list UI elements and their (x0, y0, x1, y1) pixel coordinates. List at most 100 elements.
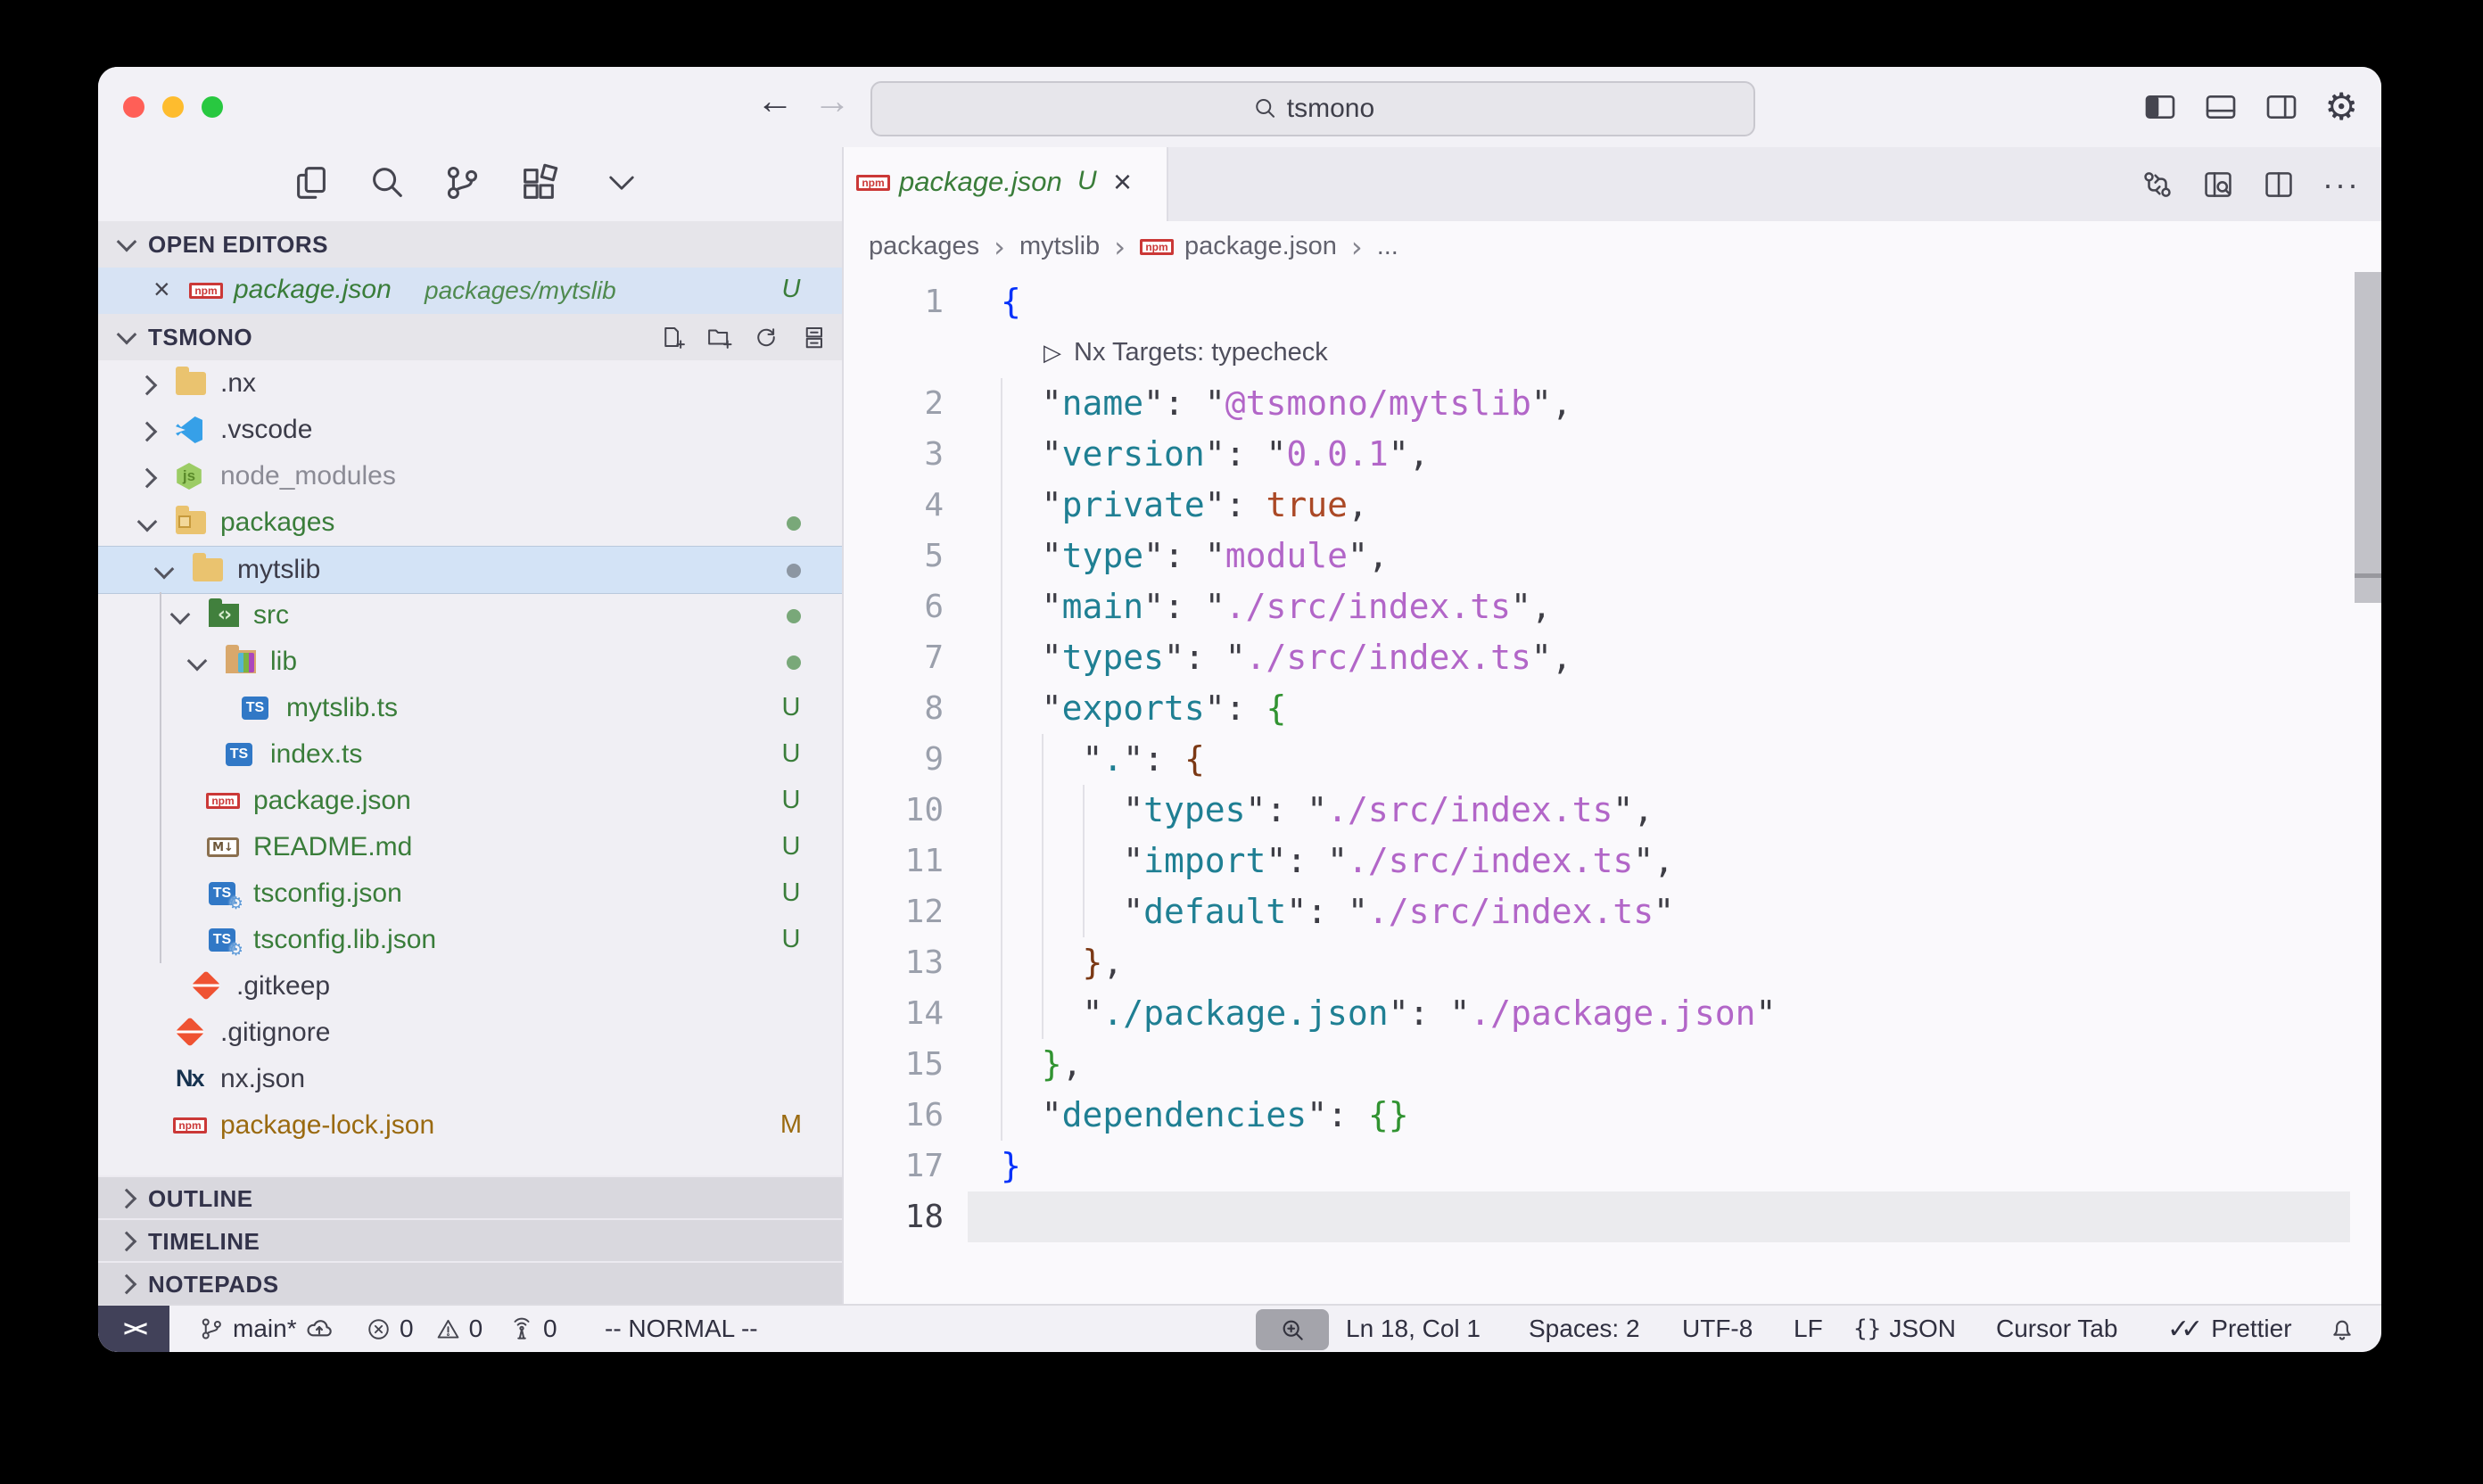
tree-item-lib[interactable]: lib (98, 639, 842, 685)
collapse-all-icon[interactable] (799, 324, 826, 350)
timeline-section-header[interactable]: TIMELINE (98, 1218, 842, 1263)
tree-item-package-json[interactable]: package.json U (98, 778, 842, 824)
problems-status[interactable]: 0 0 (366, 1306, 483, 1352)
zoom-window-button[interactable] (202, 96, 223, 118)
code-token: ./src/index.ts (1327, 790, 1613, 829)
code-line[interactable]: "types": "./src/index.ts", (1001, 632, 1572, 683)
remote-indicator[interactable]: >< (98, 1306, 169, 1352)
toggle-panel-icon[interactable] (2203, 89, 2239, 125)
refresh-icon[interactable] (753, 324, 780, 350)
notifications-bell[interactable] (2328, 1306, 2356, 1352)
chevron-down-icon[interactable] (603, 169, 640, 198)
code-token: " (1001, 841, 1143, 880)
settings-gear-icon[interactable]: ⚙ (2324, 88, 2358, 126)
git-status-badge: M (776, 1110, 806, 1140)
tree-item-mytslib[interactable]: mytslib (98, 546, 842, 594)
line-number: 2 (844, 378, 944, 429)
git-icon (176, 1021, 206, 1044)
explorer-icon[interactable] (291, 162, 332, 203)
branch-status[interactable]: main* (198, 1306, 334, 1352)
code-token: " (1143, 383, 1164, 423)
cursor-position[interactable]: Ln 18, Col 1 (1346, 1306, 1481, 1352)
code-line[interactable]: "main": "./src/index.ts", (1001, 581, 1552, 632)
code-line[interactable]: "private": true, (1001, 480, 1368, 531)
code-line[interactable]: "name": "@tsmono/mytslib", (1001, 378, 1572, 429)
source-control-icon[interactable] (441, 162, 483, 203)
current-line-highlight (968, 1191, 2350, 1242)
toggle-primary-sidebar-icon[interactable] (2142, 89, 2178, 125)
code-line[interactable]: ".": { (1001, 734, 1205, 785)
git-status-badge: U (776, 925, 806, 954)
zoom-indicator[interactable] (1256, 1309, 1329, 1350)
tree-item-tsconfig-lib[interactable]: tsconfig.lib.json U (98, 917, 842, 963)
search-view-icon[interactable] (366, 162, 407, 203)
indentation-setting[interactable]: Spaces: 2 (1529, 1306, 1640, 1352)
codelens-run-link[interactable]: ▷Nx Targets: typecheck (1044, 327, 1328, 378)
chevron-right-icon (137, 422, 158, 442)
outline-section-header[interactable]: OUTLINE (98, 1175, 842, 1220)
tree-item-gitignore[interactable]: .gitignore (98, 1010, 842, 1056)
new-folder-icon[interactable] (706, 324, 733, 350)
tree-item-package-lock[interactable]: package-lock.json M (98, 1102, 842, 1149)
tree-item-index-ts[interactable]: index.ts U (98, 731, 842, 778)
code-token: : (1164, 536, 1205, 575)
tree-item-src[interactable]: src (98, 592, 842, 639)
encoding-setting[interactable]: UTF-8 (1682, 1306, 1753, 1352)
new-file-icon[interactable] (660, 324, 687, 350)
formatter-status[interactable]: ✓✓ Prettier (2167, 1306, 2292, 1352)
command-center-search[interactable]: tsmono (870, 81, 1755, 136)
code-line[interactable]: "dependencies": {} (1001, 1090, 1409, 1141)
tree-item-label: src (253, 600, 289, 631)
tree-item-label: node_modules (220, 461, 396, 491)
code-line[interactable]: } (1001, 1141, 1021, 1191)
forward-arrow-icon[interactable]: → (808, 79, 856, 122)
vim-mode[interactable]: -- NORMAL -- (605, 1306, 758, 1352)
notepads-section-header[interactable]: NOTEPADS (98, 1261, 842, 1306)
tree-item-vscode-folder[interactable]: .vscode (98, 407, 842, 453)
code-line[interactable]: "exports": { (1001, 683, 1286, 734)
typescript-icon (242, 697, 268, 720)
tree-item-node-modules[interactable]: node_modules (98, 453, 842, 499)
tree-item-nx-folder[interactable]: .nx (98, 360, 842, 407)
code-line[interactable]: { (1001, 276, 1021, 327)
section-title: OUTLINE (148, 1185, 253, 1213)
open-editors-header[interactable]: OPEN EDITORS (98, 221, 842, 268)
language-mode[interactable]: {} JSON (1853, 1306, 1956, 1352)
close-editor-icon[interactable]: × (153, 273, 170, 306)
code-line[interactable]: }, (1001, 1039, 1083, 1090)
tree-item-mytslib-ts[interactable]: mytslib.ts U (98, 685, 842, 731)
code-token: , (1531, 587, 1552, 626)
minimize-window-button[interactable] (162, 96, 184, 118)
eol-setting[interactable]: LF (1794, 1306, 1823, 1352)
code-line[interactable]: }, (1001, 937, 1123, 988)
code-area[interactable]: 1{▷Nx Targets: typecheck2 "name": "@tsmo… (844, 147, 2381, 1304)
code-line[interactable]: "./package.json": "./package.json" (1001, 988, 1776, 1039)
code-token: " (1123, 739, 1143, 779)
cursor-tab-toggle[interactable]: Cursor Tab (1996, 1306, 2117, 1352)
ports-status[interactable]: 0 (508, 1306, 557, 1352)
code-line[interactable]: "import": "./src/index.ts", (1001, 836, 1674, 886)
extensions-icon[interactable] (518, 162, 559, 203)
code-token: " (1389, 434, 1409, 474)
close-window-button[interactable] (123, 96, 144, 118)
code-line[interactable]: "version": "0.0.1", (1001, 429, 1430, 480)
package-folder-icon (176, 511, 206, 534)
chevron-right-icon (137, 375, 158, 396)
scrollbar-thumb[interactable] (2355, 272, 2381, 573)
code-token: dependencies (1062, 1095, 1307, 1134)
open-editor-entry[interactable]: × package.json packages/mytslib U (98, 268, 842, 314)
scrollbar-thumb[interactable] (2355, 578, 2381, 603)
toggle-secondary-sidebar-icon[interactable] (2264, 89, 2299, 125)
code-token: ./src/index.ts (1246, 638, 1531, 677)
tree-item-nx-json[interactable]: nx.json (98, 1056, 842, 1102)
code-line[interactable]: "types": "./src/index.ts", (1001, 785, 1654, 836)
project-section-header[interactable]: TSMONO (98, 314, 842, 360)
tree-item-gitkeep[interactable]: .gitkeep (98, 963, 842, 1010)
code-line[interactable]: "default": "./src/index.ts" (1001, 886, 1674, 937)
tree-item-tsconfig[interactable]: tsconfig.json U (98, 870, 842, 917)
tree-item-readme[interactable]: README.md U (98, 824, 842, 870)
back-arrow-icon[interactable]: ← (751, 79, 799, 122)
code-token: : (1164, 383, 1205, 423)
code-line[interactable]: "type": "module", (1001, 531, 1389, 581)
tree-item-packages[interactable]: packages (98, 499, 842, 546)
